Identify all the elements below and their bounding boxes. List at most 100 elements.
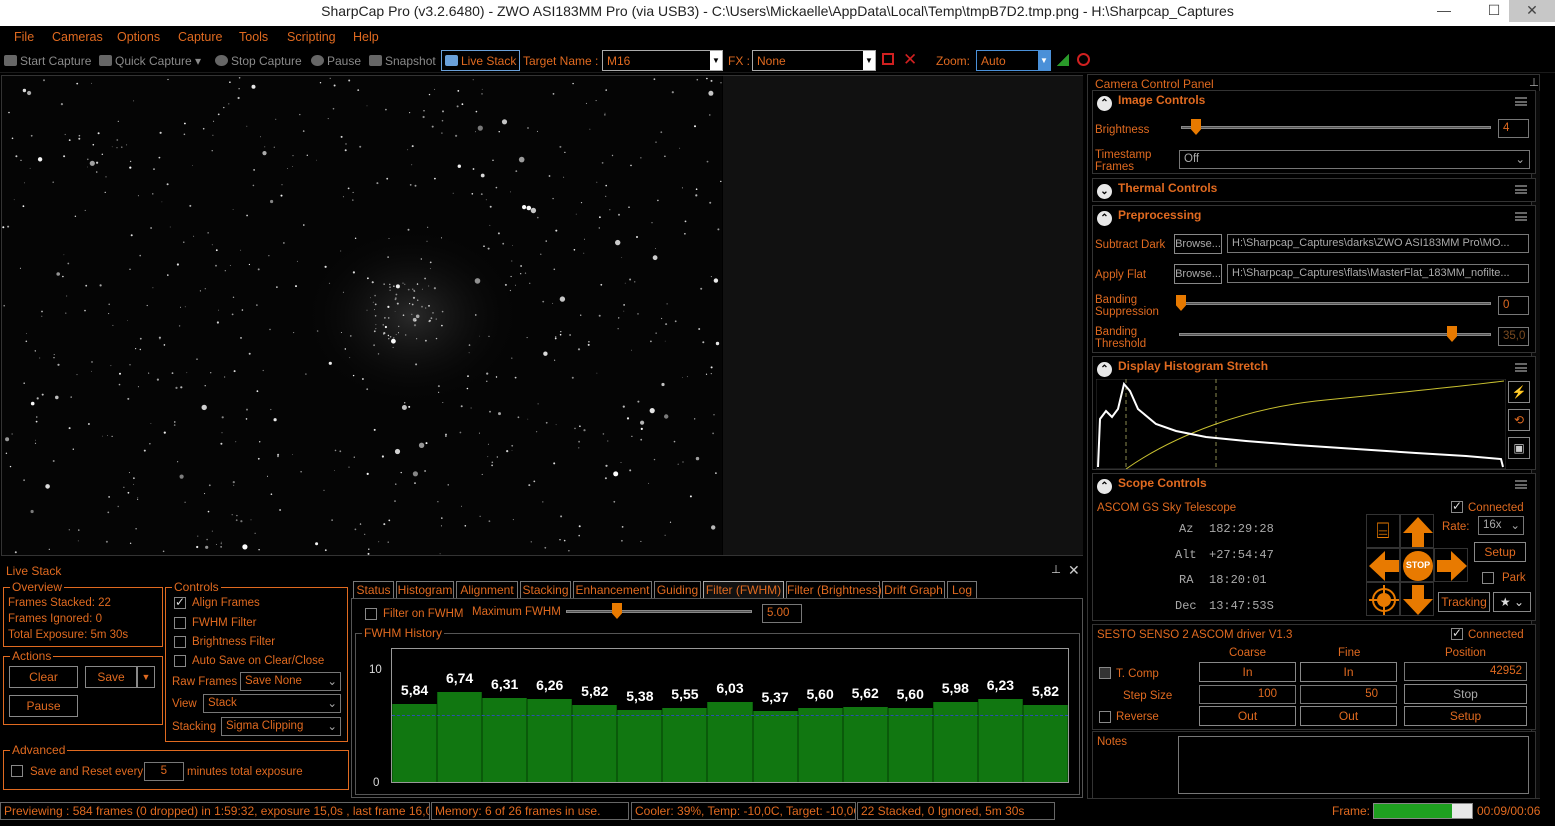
star-button[interactable]: ★ ⌄ (1493, 592, 1531, 612)
move-east-button[interactable] (1434, 548, 1468, 582)
menu-icon[interactable] (1515, 480, 1527, 489)
banding-suppression-input[interactable]: 0 (1498, 296, 1529, 315)
menu-tools[interactable]: Tools (239, 30, 268, 44)
stacking-combo[interactable]: Sigma Clipping ⌄ (221, 717, 341, 736)
preprocessing-header[interactable]: ⌃ Preprocessing (1097, 208, 1201, 226)
pause-button[interactable]: Pause (311, 54, 361, 68)
clear-roi-icon[interactable]: ✕ (903, 50, 917, 70)
brightness-filter-checkbox[interactable] (174, 636, 186, 648)
tab-alignment[interactable]: Alignment (456, 581, 518, 598)
auto-stretch-icon[interactable]: ⚡ (1508, 381, 1530, 403)
tab-filter-brightness[interactable]: Filter (Brightness) (786, 581, 882, 598)
dark-path-combo[interactable]: H:\Sharpcap_Captures\darks\ZWO ASI183MM … (1227, 234, 1529, 253)
crosshair-icon[interactable] (1077, 53, 1090, 66)
banding-threshold-thumb[interactable] (1447, 326, 1457, 342)
brightness-slider[interactable] (1181, 126, 1491, 129)
focuser-stop-button[interactable]: Stop (1404, 684, 1527, 704)
image-controls-header[interactable]: ⌃ Image Controls (1097, 93, 1205, 111)
menu-icon[interactable] (1515, 363, 1527, 372)
save-button[interactable]: Save (85, 666, 137, 688)
snapshot-button[interactable]: Snapshot (369, 54, 436, 68)
spiral-search-icon[interactable]: ⌸ (1366, 514, 1400, 548)
browse-dark-button[interactable]: Browse... (1174, 234, 1222, 254)
focuser-setup-button[interactable]: Setup (1404, 706, 1527, 726)
select-roi-icon[interactable] (882, 53, 894, 65)
menu-icon[interactable] (1515, 185, 1527, 194)
timestamp-frames-combo[interactable]: Off ⌄ (1179, 150, 1530, 169)
save-options-button[interactable]: ▼ (137, 666, 155, 688)
view-combo[interactable]: Stack ⌄ (203, 694, 341, 713)
align-frames-checkbox[interactable] (174, 595, 186, 609)
fine-step-input[interactable]: 50 (1300, 685, 1397, 704)
menu-icon[interactable] (1515, 212, 1527, 221)
save-icon[interactable]: ▣ (1508, 437, 1530, 459)
move-south-button[interactable] (1400, 582, 1434, 616)
tcomp-checkbox[interactable] (1099, 667, 1111, 679)
tab-guiding[interactable]: Guiding (654, 581, 701, 598)
filter-on-fwhm-checkbox[interactable] (365, 608, 377, 620)
stop-slew-button[interactable]: STOP (1400, 548, 1434, 582)
live-stack-button[interactable]: Live Stack (441, 50, 521, 71)
reverse-checkbox[interactable] (1099, 711, 1111, 723)
max-fwhm-slider-thumb[interactable] (612, 603, 622, 619)
menu-help[interactable]: Help (353, 30, 379, 44)
save-reset-checkbox[interactable] (11, 765, 23, 777)
scope-connected-checkbox[interactable] (1451, 499, 1463, 513)
menu-scripting[interactable]: Scripting (287, 30, 336, 44)
menu-file[interactable]: File (14, 30, 34, 44)
reset-icon[interactable]: ⟲ (1508, 409, 1530, 431)
minimize-button[interactable]: — (1421, 0, 1467, 22)
pin-icon[interactable]: ⊥ (1051, 564, 1061, 576)
pause-stack-button[interactable]: Pause (9, 695, 78, 717)
minutes-input[interactable]: 5 (144, 762, 184, 781)
tab-histogram[interactable]: Histogram (396, 581, 454, 598)
tab-status[interactable]: Status (353, 581, 394, 598)
autosave-checkbox[interactable] (174, 655, 186, 667)
menu-capture[interactable]: Capture (178, 30, 222, 44)
image-viewer[interactable] (1, 75, 1083, 556)
pin-icon[interactable]: ⊥ (1529, 77, 1539, 89)
park-checkbox[interactable] (1482, 572, 1494, 584)
tracking-button[interactable]: Tracking (1438, 592, 1490, 612)
raw-frames-combo[interactable]: Save None ⌄ (240, 672, 341, 691)
rate-combo[interactable]: 16x ⌄ (1478, 516, 1524, 535)
zoom-combo[interactable]: Auto ▼ (976, 50, 1051, 71)
scope-controls-header[interactable]: ⌃ Scope Controls (1097, 476, 1207, 494)
menu-options[interactable]: Options (117, 30, 160, 44)
brightness-input[interactable]: 4 (1498, 119, 1529, 138)
thermal-controls-header[interactable]: ⌄ Thermal Controls (1097, 181, 1217, 199)
close-panel-icon[interactable]: ✕ (1068, 563, 1080, 577)
stop-capture-button[interactable]: Stop Capture (215, 54, 302, 68)
move-north-button[interactable] (1400, 514, 1434, 548)
move-west-button[interactable] (1366, 548, 1400, 582)
histogram-icon[interactable] (1057, 54, 1069, 66)
banding-threshold-input[interactable]: 35,0 (1498, 327, 1529, 346)
quick-capture-button[interactable]: Quick Capture ▾ (99, 54, 201, 68)
flat-path-combo[interactable]: H:\Sharpcap_Captures\flats\MasterFlat_18… (1227, 264, 1529, 283)
target-name-combo[interactable]: M16 ▼ (602, 50, 723, 71)
tab-log[interactable]: Log (947, 581, 977, 598)
coarse-step-input[interactable]: 100 (1199, 685, 1296, 704)
notes-textarea[interactable] (1178, 736, 1529, 794)
tab-enhancement[interactable]: Enhancement (573, 581, 652, 598)
focuser-connected-checkbox[interactable] (1451, 626, 1463, 640)
banding-suppression-slider[interactable] (1179, 302, 1491, 305)
tab-stacking[interactable]: Stacking (520, 581, 571, 598)
banding-suppression-thumb[interactable] (1176, 295, 1186, 311)
histogram-header[interactable]: ⌃ Display Histogram Stretch (1097, 359, 1268, 377)
tab-drift-graph[interactable]: Drift Graph (882, 581, 945, 598)
fine-out-button[interactable]: Out (1300, 706, 1397, 726)
max-fwhm-input[interactable]: 5.00 (762, 604, 802, 623)
coarse-out-button[interactable]: Out (1199, 706, 1296, 726)
menu-icon[interactable] (1515, 97, 1527, 106)
start-capture-button[interactable]: Start Capture (4, 54, 91, 68)
close-button[interactable]: ✕ (1509, 0, 1555, 22)
coarse-in-button[interactable]: In (1199, 662, 1296, 682)
max-fwhm-slider[interactable] (566, 610, 752, 613)
tab-filter-fwhm[interactable]: Filter (FWHM) (703, 581, 784, 598)
histogram-plot[interactable] (1096, 379, 1506, 469)
brightness-slider-thumb[interactable] (1191, 119, 1201, 135)
fine-in-button[interactable]: In (1300, 662, 1397, 682)
menu-cameras[interactable]: Cameras (52, 30, 103, 44)
fwhm-filter-checkbox[interactable] (174, 617, 186, 629)
